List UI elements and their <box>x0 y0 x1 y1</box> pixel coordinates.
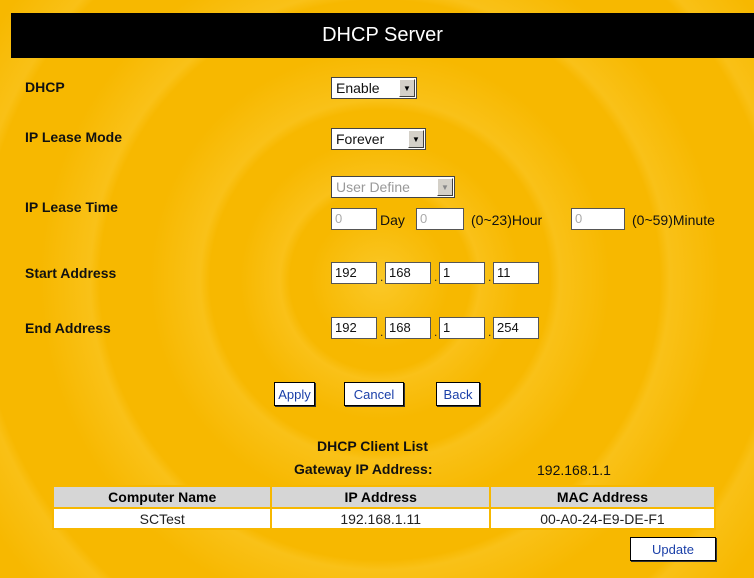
gateway-label: Gateway IP Address: <box>294 461 433 477</box>
back-button[interactable]: Back <box>436 382 480 406</box>
lease-mode-select[interactable]: Forever ▼ <box>331 128 426 150</box>
ip-dot: . <box>434 270 438 284</box>
ip-dot: . <box>380 270 384 284</box>
lease-time-select[interactable]: User Define ▼ <box>331 176 455 198</box>
end-address-label: End Address <box>25 320 111 336</box>
ip-dot: . <box>488 325 492 339</box>
start-ip-octet-4[interactable]: 11 <box>493 262 539 284</box>
ip-dot: . <box>380 325 384 339</box>
column-header-ip-address: IP Address <box>270 485 491 509</box>
lease-day-input[interactable]: 0 <box>331 208 377 230</box>
hour-label: (0~23)Hour <box>471 212 543 228</box>
day-label: Day <box>380 212 405 228</box>
table-row: SCTest 192.168.1.11 00-A0-24-E9-DE-F1 <box>51 507 717 530</box>
page-title: DHCP Server <box>11 13 754 58</box>
cell-mac-address: 00-A0-24-E9-DE-F1 <box>488 507 717 530</box>
ip-dot: . <box>434 325 438 339</box>
gateway-value: 192.168.1.1 <box>537 462 611 478</box>
lease-time-label: IP Lease Time <box>25 199 118 215</box>
lease-time-select-value: User Define <box>336 179 410 195</box>
start-address-label: Start Address <box>25 265 117 281</box>
column-header-mac-address: MAC Address <box>488 485 717 509</box>
table-header-row: Computer Name IP Address MAC Address <box>51 485 717 509</box>
column-header-computer-name: Computer Name <box>51 485 273 509</box>
client-table: Computer Name IP Address MAC Address SCT… <box>51 485 717 530</box>
update-button[interactable]: Update <box>630 537 716 561</box>
lease-minute-input[interactable]: 0 <box>571 208 625 230</box>
start-ip-octet-3[interactable]: 1 <box>439 262 485 284</box>
end-ip-octet-4[interactable]: 254 <box>493 317 539 339</box>
client-list-title: DHCP Client List <box>317 438 428 454</box>
ip-dot: . <box>488 270 492 284</box>
dhcp-label: DHCP <box>25 79 65 95</box>
apply-button[interactable]: Apply <box>274 382 315 406</box>
lease-mode-select-value: Forever <box>336 131 385 147</box>
chevron-down-icon: ▼ <box>408 130 424 148</box>
cell-computer-name: SCTest <box>51 507 273 530</box>
end-ip-octet-3[interactable]: 1 <box>439 317 485 339</box>
chevron-down-icon: ▼ <box>399 79 415 97</box>
minute-label: (0~59)Minute <box>632 212 715 228</box>
end-ip-octet-2[interactable]: 168 <box>385 317 431 339</box>
start-ip-octet-2[interactable]: 168 <box>385 262 431 284</box>
cancel-button[interactable]: Cancel <box>344 382 404 406</box>
chevron-down-icon: ▼ <box>437 178 453 196</box>
start-ip-octet-1[interactable]: 192 <box>331 262 377 284</box>
lease-mode-label: IP Lease Mode <box>25 129 123 145</box>
cell-ip-address: 192.168.1.11 <box>270 507 491 530</box>
dhcp-select[interactable]: Enable ▼ <box>331 77 417 99</box>
end-ip-octet-1[interactable]: 192 <box>331 317 377 339</box>
lease-hour-input[interactable]: 0 <box>416 208 464 230</box>
dhcp-select-value: Enable <box>336 80 380 96</box>
